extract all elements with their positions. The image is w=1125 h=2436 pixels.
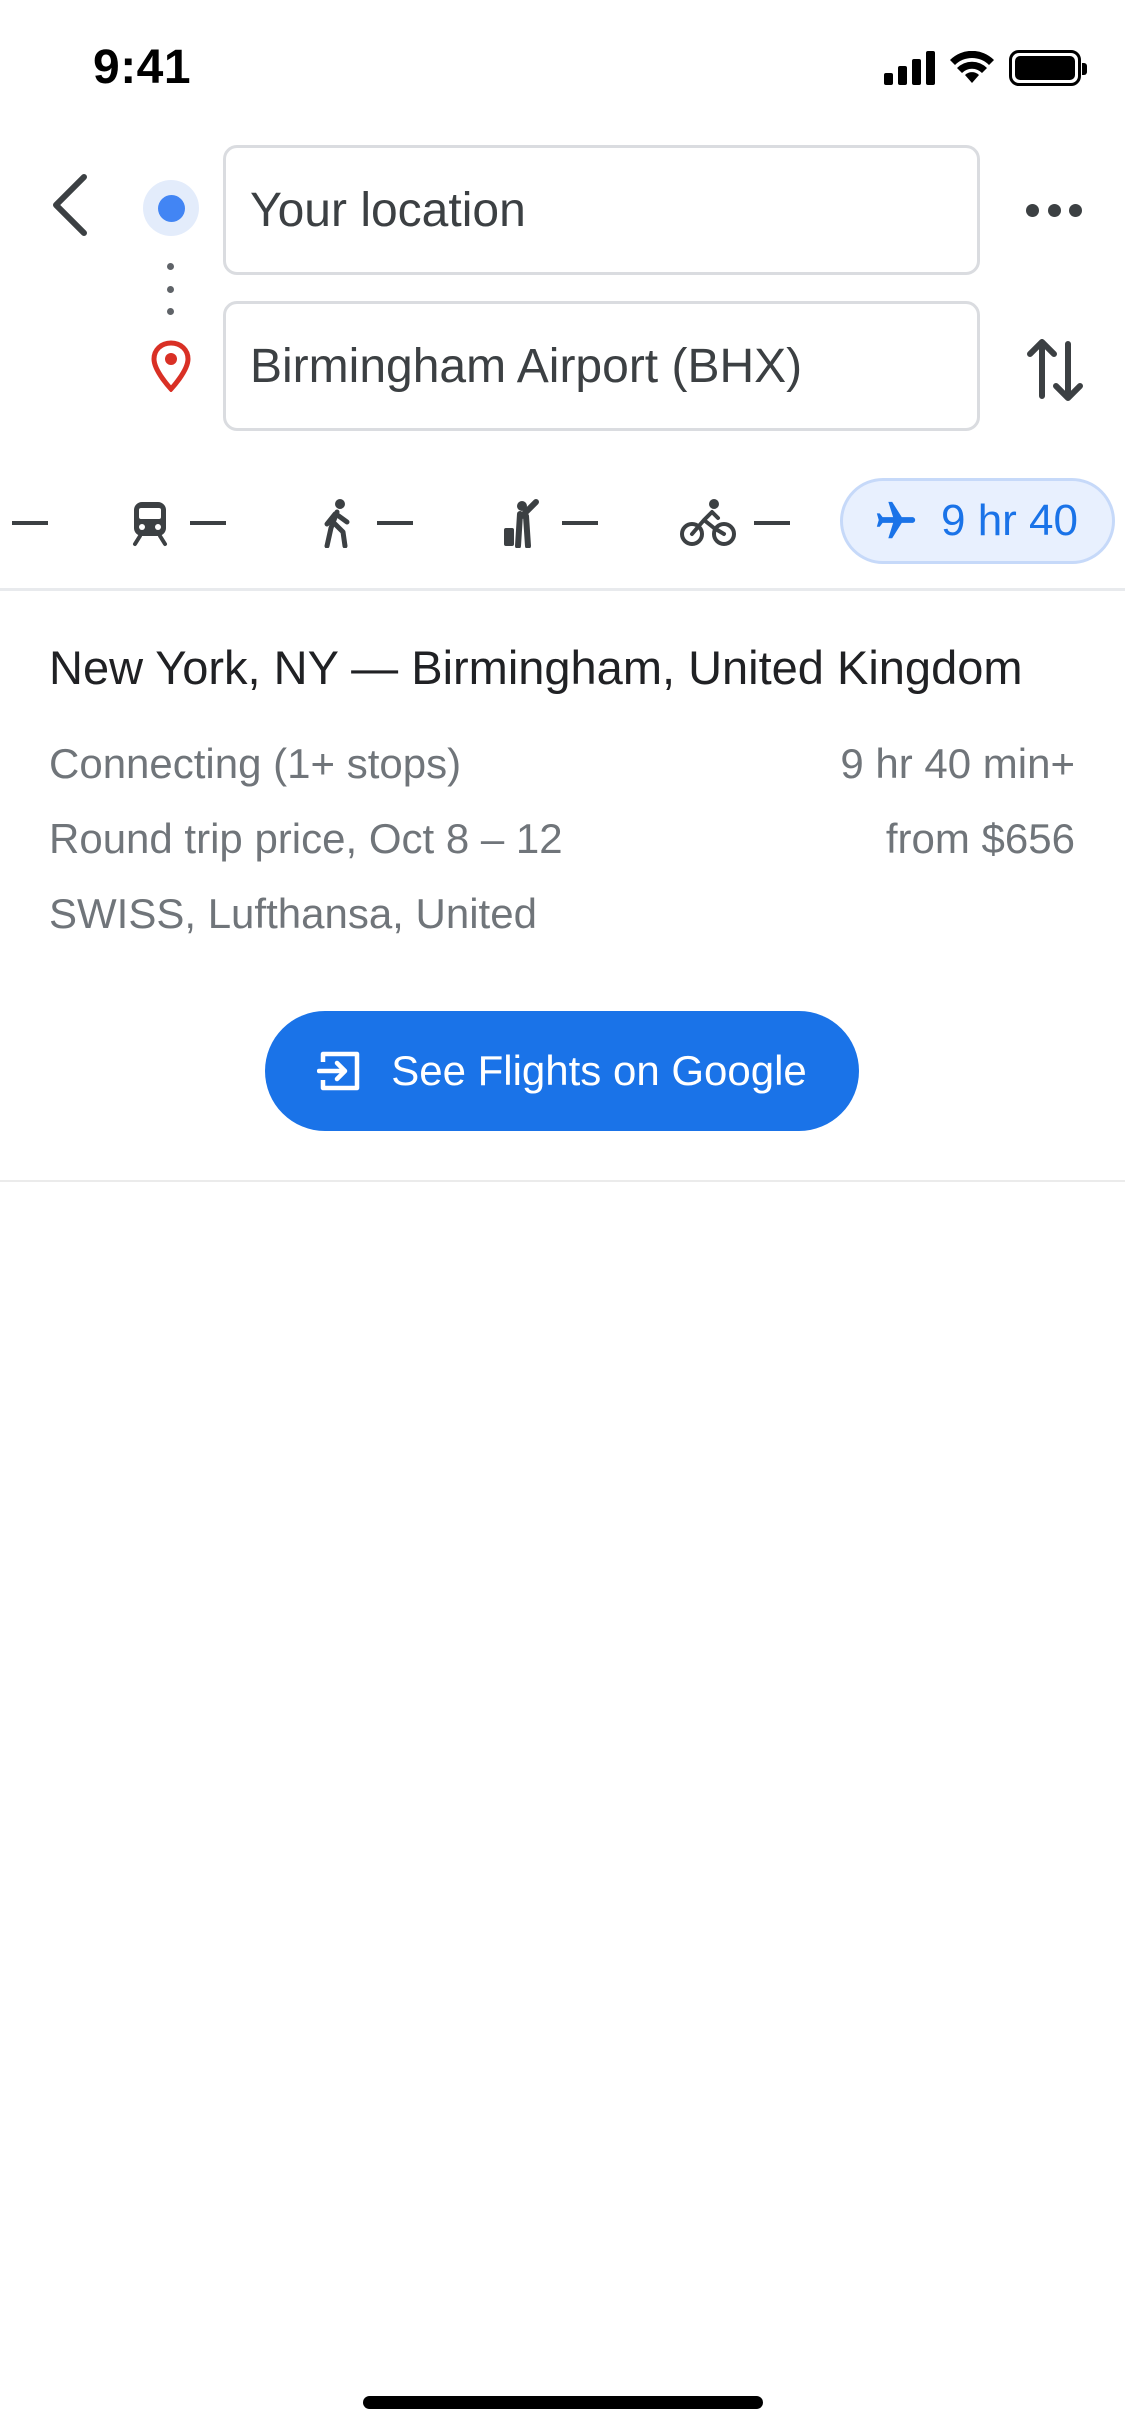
see-flights-button[interactable]: See Flights on Google bbox=[265, 1011, 859, 1131]
stops-row: Connecting (1+ stops) 9 hr 40 min+ bbox=[49, 740, 1075, 788]
home-indicator[interactable] bbox=[363, 2396, 763, 2409]
airlines-row: SWISS, Lufthansa, United bbox=[49, 890, 1075, 938]
swap-directions-button[interactable] bbox=[1020, 330, 1090, 410]
cellular-signal-icon bbox=[884, 51, 935, 85]
wifi-icon bbox=[950, 51, 994, 83]
flights-duration: 9 hr 40 bbox=[941, 496, 1078, 545]
origin-location-icon bbox=[143, 180, 199, 236]
driving-time-dash: — bbox=[12, 521, 48, 525]
tab-cycling[interactable]: — bbox=[680, 478, 790, 568]
tab-driving[interactable]: — bbox=[12, 478, 48, 568]
walking-time-dash: — bbox=[377, 521, 413, 525]
stops-text: Connecting (1+ stops) bbox=[49, 740, 462, 787]
price-row: Round trip price, Oct 8 – 12 from $656 bbox=[49, 815, 1075, 863]
chevron-left-icon bbox=[53, 174, 87, 236]
tab-ride-hailing[interactable]: — bbox=[500, 478, 598, 568]
travel-mode-tabs: — — — — — bbox=[0, 478, 1125, 588]
flight-duration-text: 9 hr 40 min+ bbox=[840, 740, 1075, 787]
train-icon bbox=[133, 502, 167, 546]
origin-field[interactable]: Your location bbox=[223, 145, 980, 275]
destination-pin-icon bbox=[151, 340, 191, 392]
walking-icon bbox=[324, 499, 350, 548]
open-external-icon bbox=[317, 1051, 360, 1091]
tab-transit[interactable]: — bbox=[128, 478, 226, 568]
battery-icon bbox=[1009, 50, 1087, 86]
tab-walking[interactable]: — bbox=[315, 478, 413, 568]
flight-route-title: New York, NY — Birmingham, United Kingdo… bbox=[49, 641, 1023, 694]
cycling-time-dash: — bbox=[754, 521, 790, 525]
route-connector-dots bbox=[167, 263, 175, 315]
cycling-icon bbox=[680, 499, 736, 546]
airlines-text: SWISS, Lufthansa, United bbox=[49, 890, 537, 937]
transit-time-dash: — bbox=[190, 521, 226, 525]
back-button[interactable] bbox=[30, 160, 110, 250]
status-icons bbox=[884, 50, 1087, 86]
more-options-button[interactable] bbox=[1020, 185, 1088, 235]
ride-hailing-time-dash: — bbox=[562, 521, 598, 525]
destination-field[interactable]: Birmingham Airport (BHX) bbox=[223, 301, 980, 431]
status-bar: 9:41 bbox=[0, 0, 1125, 140]
header-divider bbox=[0, 588, 1125, 591]
status-time: 9:41 bbox=[93, 41, 192, 94]
see-flights-label: See Flights on Google bbox=[391, 1047, 807, 1094]
price-value: from $656 bbox=[885, 815, 1075, 862]
airplane-icon bbox=[876, 501, 916, 539]
price-label: Round trip price, Oct 8 – 12 bbox=[49, 815, 563, 862]
ride-hailing-icon bbox=[504, 499, 539, 548]
card-divider bbox=[0, 1180, 1125, 1182]
tab-flights[interactable]: 9 hr 40 bbox=[840, 478, 1115, 564]
